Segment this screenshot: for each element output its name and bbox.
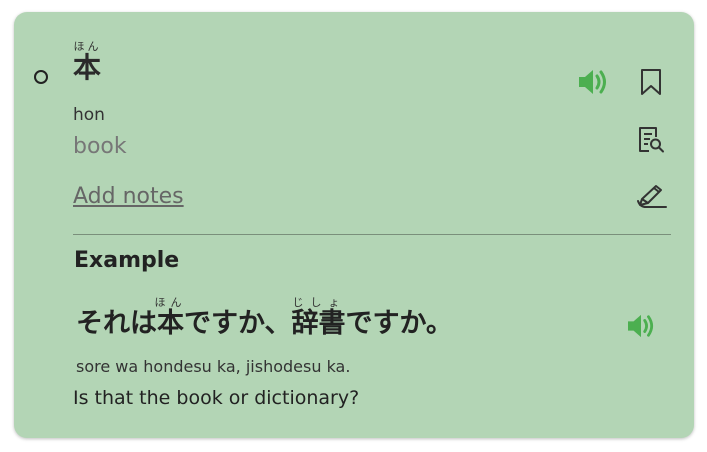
word-romaji: hon xyxy=(73,105,105,125)
add-notes-link[interactable]: Add notes xyxy=(73,184,184,209)
sentence-kanji: 辞書 xyxy=(291,308,346,339)
sentence-kanji: 本 xyxy=(154,308,187,339)
word-heading: 本ほん xyxy=(73,40,101,86)
sentence-furigana: ほん xyxy=(154,296,187,309)
example-heading: Example xyxy=(74,248,180,273)
example-translation: Is that the book or dictionary? xyxy=(73,387,360,409)
handwriting-icon[interactable] xyxy=(636,182,668,210)
dictionary-search-icon[interactable] xyxy=(637,126,665,154)
vocab-card: 本ほん hon book Add notes Example それは本ほんですか… xyxy=(14,12,694,438)
sentence-part: それは xyxy=(76,308,157,339)
word-kanji: 本 xyxy=(73,51,102,84)
example-romaji: sore wa hondesu ka, jishodesu ka. xyxy=(76,357,351,376)
sentence-furigana: じしょ xyxy=(291,296,346,309)
word-furigana: ほん xyxy=(73,40,102,53)
example-sentence: それは本ほんですか、辞書じしょですか。 xyxy=(76,296,453,340)
sentence-part: ですか、 xyxy=(184,308,292,339)
sentence-part: ですか。 xyxy=(345,308,453,339)
word-meaning: book xyxy=(73,134,127,159)
example-speaker-icon[interactable] xyxy=(625,313,657,339)
bookmark-icon[interactable] xyxy=(639,68,663,96)
select-radio[interactable] xyxy=(34,70,48,84)
section-divider xyxy=(73,234,671,235)
speaker-icon[interactable] xyxy=(576,68,610,96)
